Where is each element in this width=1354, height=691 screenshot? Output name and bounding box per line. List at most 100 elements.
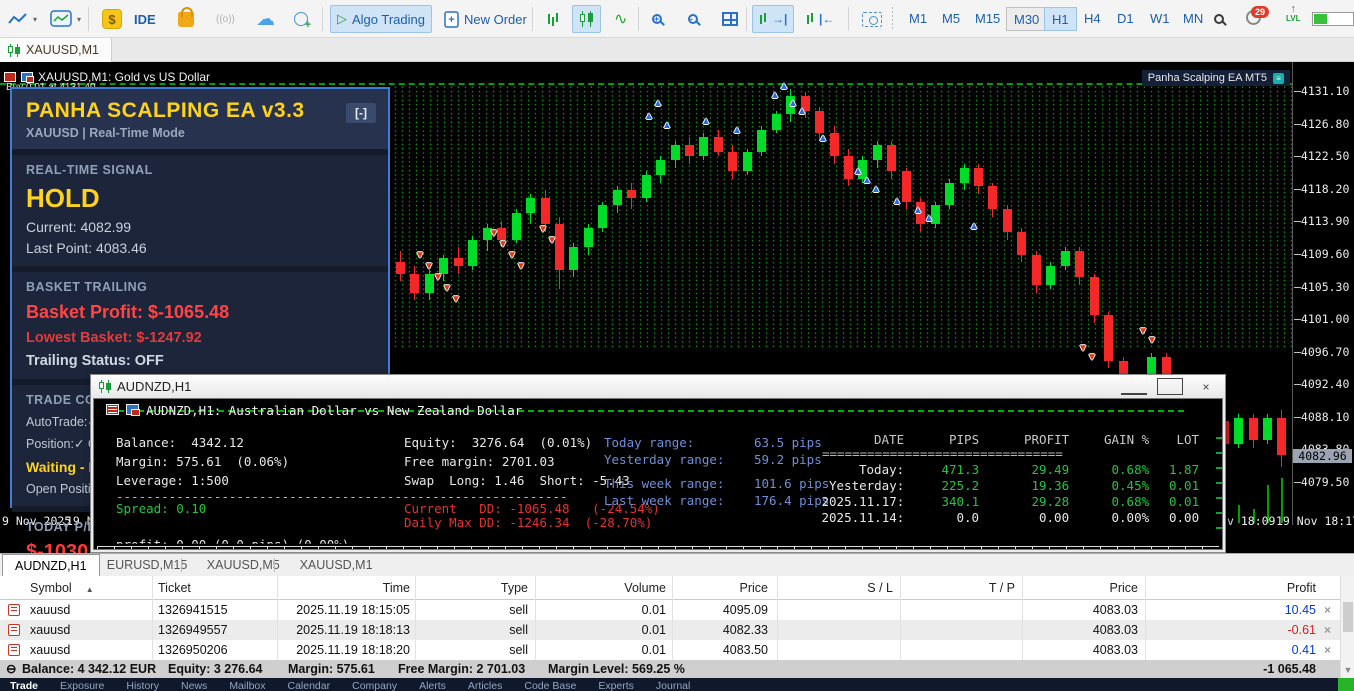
close-position-button[interactable]: × (1324, 620, 1331, 640)
chart-tab-xauusd-m1[interactable]: XAUUSD,M1 (0, 38, 112, 62)
summary-collapse-icon[interactable]: ⊖ (6, 660, 16, 678)
level-button[interactable]: ↑ LVL (1280, 4, 1307, 33)
toolbar-separator (88, 7, 89, 31)
bar-chart-button[interactable] (540, 5, 567, 33)
toolbox-tab-alerts[interactable]: Alerts (419, 680, 446, 691)
audnzd-window-titlebar[interactable]: AUDNZD,H1 × (91, 375, 1225, 398)
bottom-tab-xauusd-m1[interactable]: XAUUSD,M1 (288, 554, 385, 577)
zoom-in-button[interactable]: + (646, 5, 668, 33)
top-toolbar: ▾ ▾ $ IDE ((o)) ☁ ▷ Algo Trading + New O… (0, 0, 1354, 38)
margin-line: Margin: 575.61 (0.06%) (116, 454, 290, 469)
position-row[interactable]: xauusd 1326950206 2025.11.19 18:18:20 sell 0… (0, 640, 1340, 660)
timeframe-m1[interactable]: M1 (902, 7, 934, 31)
candle (815, 110, 825, 134)
positions-table-header[interactable]: Symbol ▲ Ticket Time Type Volume Price S / LT /… (0, 576, 1340, 600)
position-row[interactable]: xauusd 1326949557 2025.11.19 18:18:13 sell 0… (0, 620, 1340, 640)
timeframe-h1[interactable]: H1 (1044, 7, 1077, 31)
notifications-button[interactable]: 29 (1240, 5, 1269, 33)
audnzd-window-title: AUDNZD,H1 (117, 379, 192, 394)
toolbox-tab-calendar[interactable]: Calendar (288, 680, 331, 691)
candle (1248, 417, 1258, 441)
toolbox-tab-company[interactable]: Company (352, 680, 397, 691)
candlestick-chart-button[interactable] (572, 5, 601, 33)
candle (699, 137, 709, 157)
bottom-tab-audnzd-h1[interactable]: AUDNZD,H1 (2, 554, 100, 577)
audnzd-time-axis[interactable]: 17 Nov 202517 Nov 05:0017 Nov 09:0017 No… (97, 546, 1219, 549)
scroll-down-arrow-icon[interactable]: ▼ (1341, 662, 1354, 678)
line-chart-type-button[interactable]: ∿ (608, 5, 633, 33)
column-header-sl[interactable]: S / L (790, 576, 893, 600)
timeframe-m30[interactable]: M30 (1006, 7, 1048, 31)
toolbox-tab-history[interactable]: History (126, 680, 159, 691)
column-header-price[interactable]: Price (640, 576, 768, 600)
cloud-icon: ☁ (256, 8, 275, 30)
cell-time: 2025.11.19 18:15:05 (296, 603, 410, 617)
toolbox-tab-mailbox[interactable]: Mailbox (229, 680, 265, 691)
green-tick (1216, 512, 1222, 514)
signals-button[interactable]: ((o)) (210, 5, 241, 33)
candle (757, 129, 767, 153)
timeframe-h4[interactable]: H4 (1077, 7, 1108, 31)
bottom-tab-xauusd-m5[interactable]: XAUUSD,M5 (195, 554, 292, 577)
column-header-time[interactable]: Time (250, 576, 410, 600)
column-header-symbol[interactable]: Symbol ▲ (30, 576, 130, 600)
timeframe-w1[interactable]: W1 (1143, 7, 1177, 31)
candle (1234, 417, 1244, 445)
algo-trading-button[interactable]: ▷ Algo Trading (330, 5, 432, 33)
audnzd-window[interactable]: AUDNZD,H1 × AUDNZD,H1: Australian Dollar… (90, 374, 1226, 553)
stats-cell: 0.45% (1111, 478, 1150, 493)
screenshot-button[interactable] (856, 5, 888, 33)
community-button[interactable] (288, 5, 314, 33)
timeframe-m5[interactable]: M5 (935, 7, 967, 31)
market-button[interactable] (172, 5, 200, 33)
chart-title-row: XAUUSD,M1: Gold vs US Dollar (4, 70, 210, 84)
collapse-button[interactable]: [-] (346, 103, 376, 123)
maximize-button[interactable] (1157, 378, 1183, 395)
column-header-type[interactable]: Type (420, 576, 528, 600)
column-header-profit[interactable]: Profit (1160, 576, 1316, 600)
toolbox-tab-code-base[interactable]: Code Base (524, 680, 576, 691)
line-chart-icon (8, 13, 27, 24)
new-order-label: New Order (464, 11, 527, 27)
ide-button[interactable]: IDE (128, 5, 162, 33)
position-icon (8, 604, 20, 616)
minimize-button[interactable] (1121, 378, 1147, 395)
price-tick-label: ‒4131.10 (1294, 84, 1350, 98)
close-position-button[interactable]: × (1324, 640, 1331, 660)
cloud-button[interactable]: ☁ (250, 5, 281, 33)
timeframe-mn[interactable]: MN (1176, 7, 1210, 31)
table-scrollbar[interactable]: ▼ (1340, 576, 1354, 678)
toolbox-tab-articles[interactable]: Articles (468, 680, 502, 691)
position-row[interactable]: xauusd 1326941515 2025.11.19 18:15:05 sell 0… (0, 600, 1340, 620)
toolbox-tab-exposure[interactable]: Exposure (60, 680, 104, 691)
new-order-button[interactable]: + New Order (438, 5, 533, 33)
tile-windows-button[interactable] (716, 5, 744, 33)
toolbox-tab-experts[interactable]: Experts (598, 680, 634, 691)
close-position-button[interactable]: × (1324, 600, 1331, 620)
stats-cell: 2025.11.14: (821, 510, 905, 525)
toolbox-tab-trade[interactable]: Trade (10, 680, 38, 691)
zoom-out-button[interactable]: - (682, 5, 704, 33)
toolbar-separator (848, 7, 849, 31)
timeframe-m15[interactable]: M15 (968, 7, 1007, 31)
timeframe-d1[interactable]: D1 (1110, 7, 1141, 31)
price-tick-label: ‒4096.70 (1294, 344, 1350, 359)
buy-signal-arrow-icon: ▲ (797, 106, 807, 117)
shift-end-button[interactable]: →| (752, 5, 795, 33)
sell-signal-arrow-icon: ▼ (424, 261, 434, 272)
scrollbar-thumb[interactable] (1343, 602, 1353, 632)
column-header-tp[interactable]: T / P (910, 576, 1015, 600)
chart-profile-button[interactable]: ▾ (44, 5, 87, 33)
toolbox-tab-news[interactable]: News (181, 680, 207, 691)
close-button[interactable]: × (1193, 378, 1219, 395)
column-header-price[interactable]: Price (1030, 576, 1138, 600)
candle (540, 197, 550, 225)
auto-scroll-button[interactable]: |← (800, 5, 840, 33)
bottom-tab-eurusd-m15[interactable]: EURUSD,M15 (95, 554, 200, 577)
search-button[interactable] (1208, 5, 1230, 33)
quotes-button[interactable]: $ (96, 5, 128, 33)
new-chart-button[interactable]: ▾ (2, 5, 43, 33)
toolbox-tab-journal[interactable]: Journal (656, 680, 690, 691)
cell-symbol: xauusd (30, 603, 71, 617)
cell-time: 2025.11.19 18:18:13 (296, 623, 410, 637)
